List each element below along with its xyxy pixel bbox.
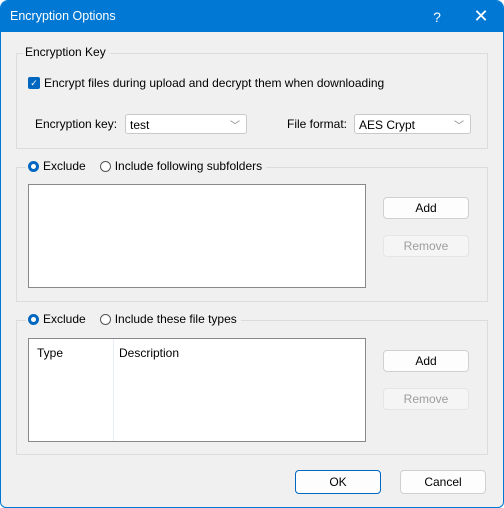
radio-unselected-icon bbox=[99, 160, 111, 172]
file-types-remove-button[interactable]: Remove bbox=[383, 388, 469, 410]
file-types-group: Exclude Include these file types Type De… bbox=[16, 312, 488, 455]
subfolders-group: Exclude Include following subfolders Add… bbox=[16, 159, 488, 302]
file-types-exclude-label: Exclude bbox=[43, 312, 86, 326]
encryption-key-combobox[interactable]: test ﹀ bbox=[125, 114, 247, 134]
file-types-radio-group: Exclude Include these file types bbox=[26, 312, 241, 326]
close-button[interactable]: ✕ bbox=[461, 1, 501, 32]
file-types-add-button[interactable]: Add bbox=[383, 350, 469, 372]
encrypt-files-label: Encrypt files during upload and decrypt … bbox=[44, 76, 385, 90]
checkbox-checked-icon: ✓ bbox=[28, 77, 40, 89]
group-title-text: Encryption Key bbox=[25, 45, 106, 59]
subfolders-exclude-label: Exclude bbox=[43, 159, 86, 173]
file-format-value: AES Crypt bbox=[359, 118, 416, 132]
radio-selected-icon bbox=[28, 313, 39, 325]
radio-selected-icon bbox=[28, 160, 39, 172]
subfolders-include-radio[interactable]: Include following subfolders bbox=[99, 159, 263, 173]
ok-button[interactable]: OK bbox=[295, 470, 381, 494]
column-header-description[interactable]: Description bbox=[119, 346, 179, 360]
title-bar: Encryption Options ? ✕ bbox=[1, 1, 503, 32]
encrypt-files-checkbox[interactable]: ✓ Encrypt files during upload and decryp… bbox=[28, 76, 384, 90]
subfolders-radio-group: Exclude Include following subfolders bbox=[26, 159, 267, 173]
file-format-combobox[interactable]: AES Crypt ﹀ bbox=[354, 114, 471, 134]
subfolders-listbox[interactable] bbox=[28, 184, 366, 288]
help-button[interactable]: ? bbox=[417, 1, 457, 32]
file-types-exclude-radio[interactable]: Exclude bbox=[28, 312, 86, 326]
encryption-options-dialog: Encryption Options ? ✕ Encryption Key ✓ … bbox=[0, 0, 504, 508]
column-header-type[interactable]: Type bbox=[37, 346, 63, 360]
help-icon: ? bbox=[433, 8, 441, 25]
file-types-include-radio[interactable]: Include these file types bbox=[99, 312, 237, 326]
file-format-label: File format: bbox=[287, 117, 348, 131]
subfolders-include-label: Include following subfolders bbox=[114, 159, 263, 173]
chevron-down-icon: ﹀ bbox=[230, 121, 240, 132]
cancel-button[interactable]: Cancel bbox=[400, 470, 486, 494]
subfolders-add-button[interactable]: Add bbox=[383, 197, 469, 219]
file-types-include-label: Include these file types bbox=[114, 312, 237, 326]
dialog-title: Encryption Options bbox=[10, 9, 116, 23]
subfolders-exclude-radio[interactable]: Exclude bbox=[28, 159, 86, 173]
encryption-key-value: test bbox=[130, 118, 150, 132]
subfolders-remove-button[interactable]: Remove bbox=[383, 235, 469, 257]
encryption-key-label: Encryption key: bbox=[35, 117, 118, 131]
radio-unselected-icon bbox=[99, 313, 111, 325]
encryption-key-group-title: Encryption Key bbox=[23, 45, 110, 59]
chevron-down-icon: ﹀ bbox=[454, 121, 464, 132]
encryption-key-group: Encryption Key ✓ Encrypt files during up… bbox=[16, 45, 488, 149]
close-icon: ✕ bbox=[473, 6, 489, 26]
file-types-list[interactable]: Type Description bbox=[28, 338, 366, 442]
column-separator[interactable] bbox=[113, 339, 114, 441]
